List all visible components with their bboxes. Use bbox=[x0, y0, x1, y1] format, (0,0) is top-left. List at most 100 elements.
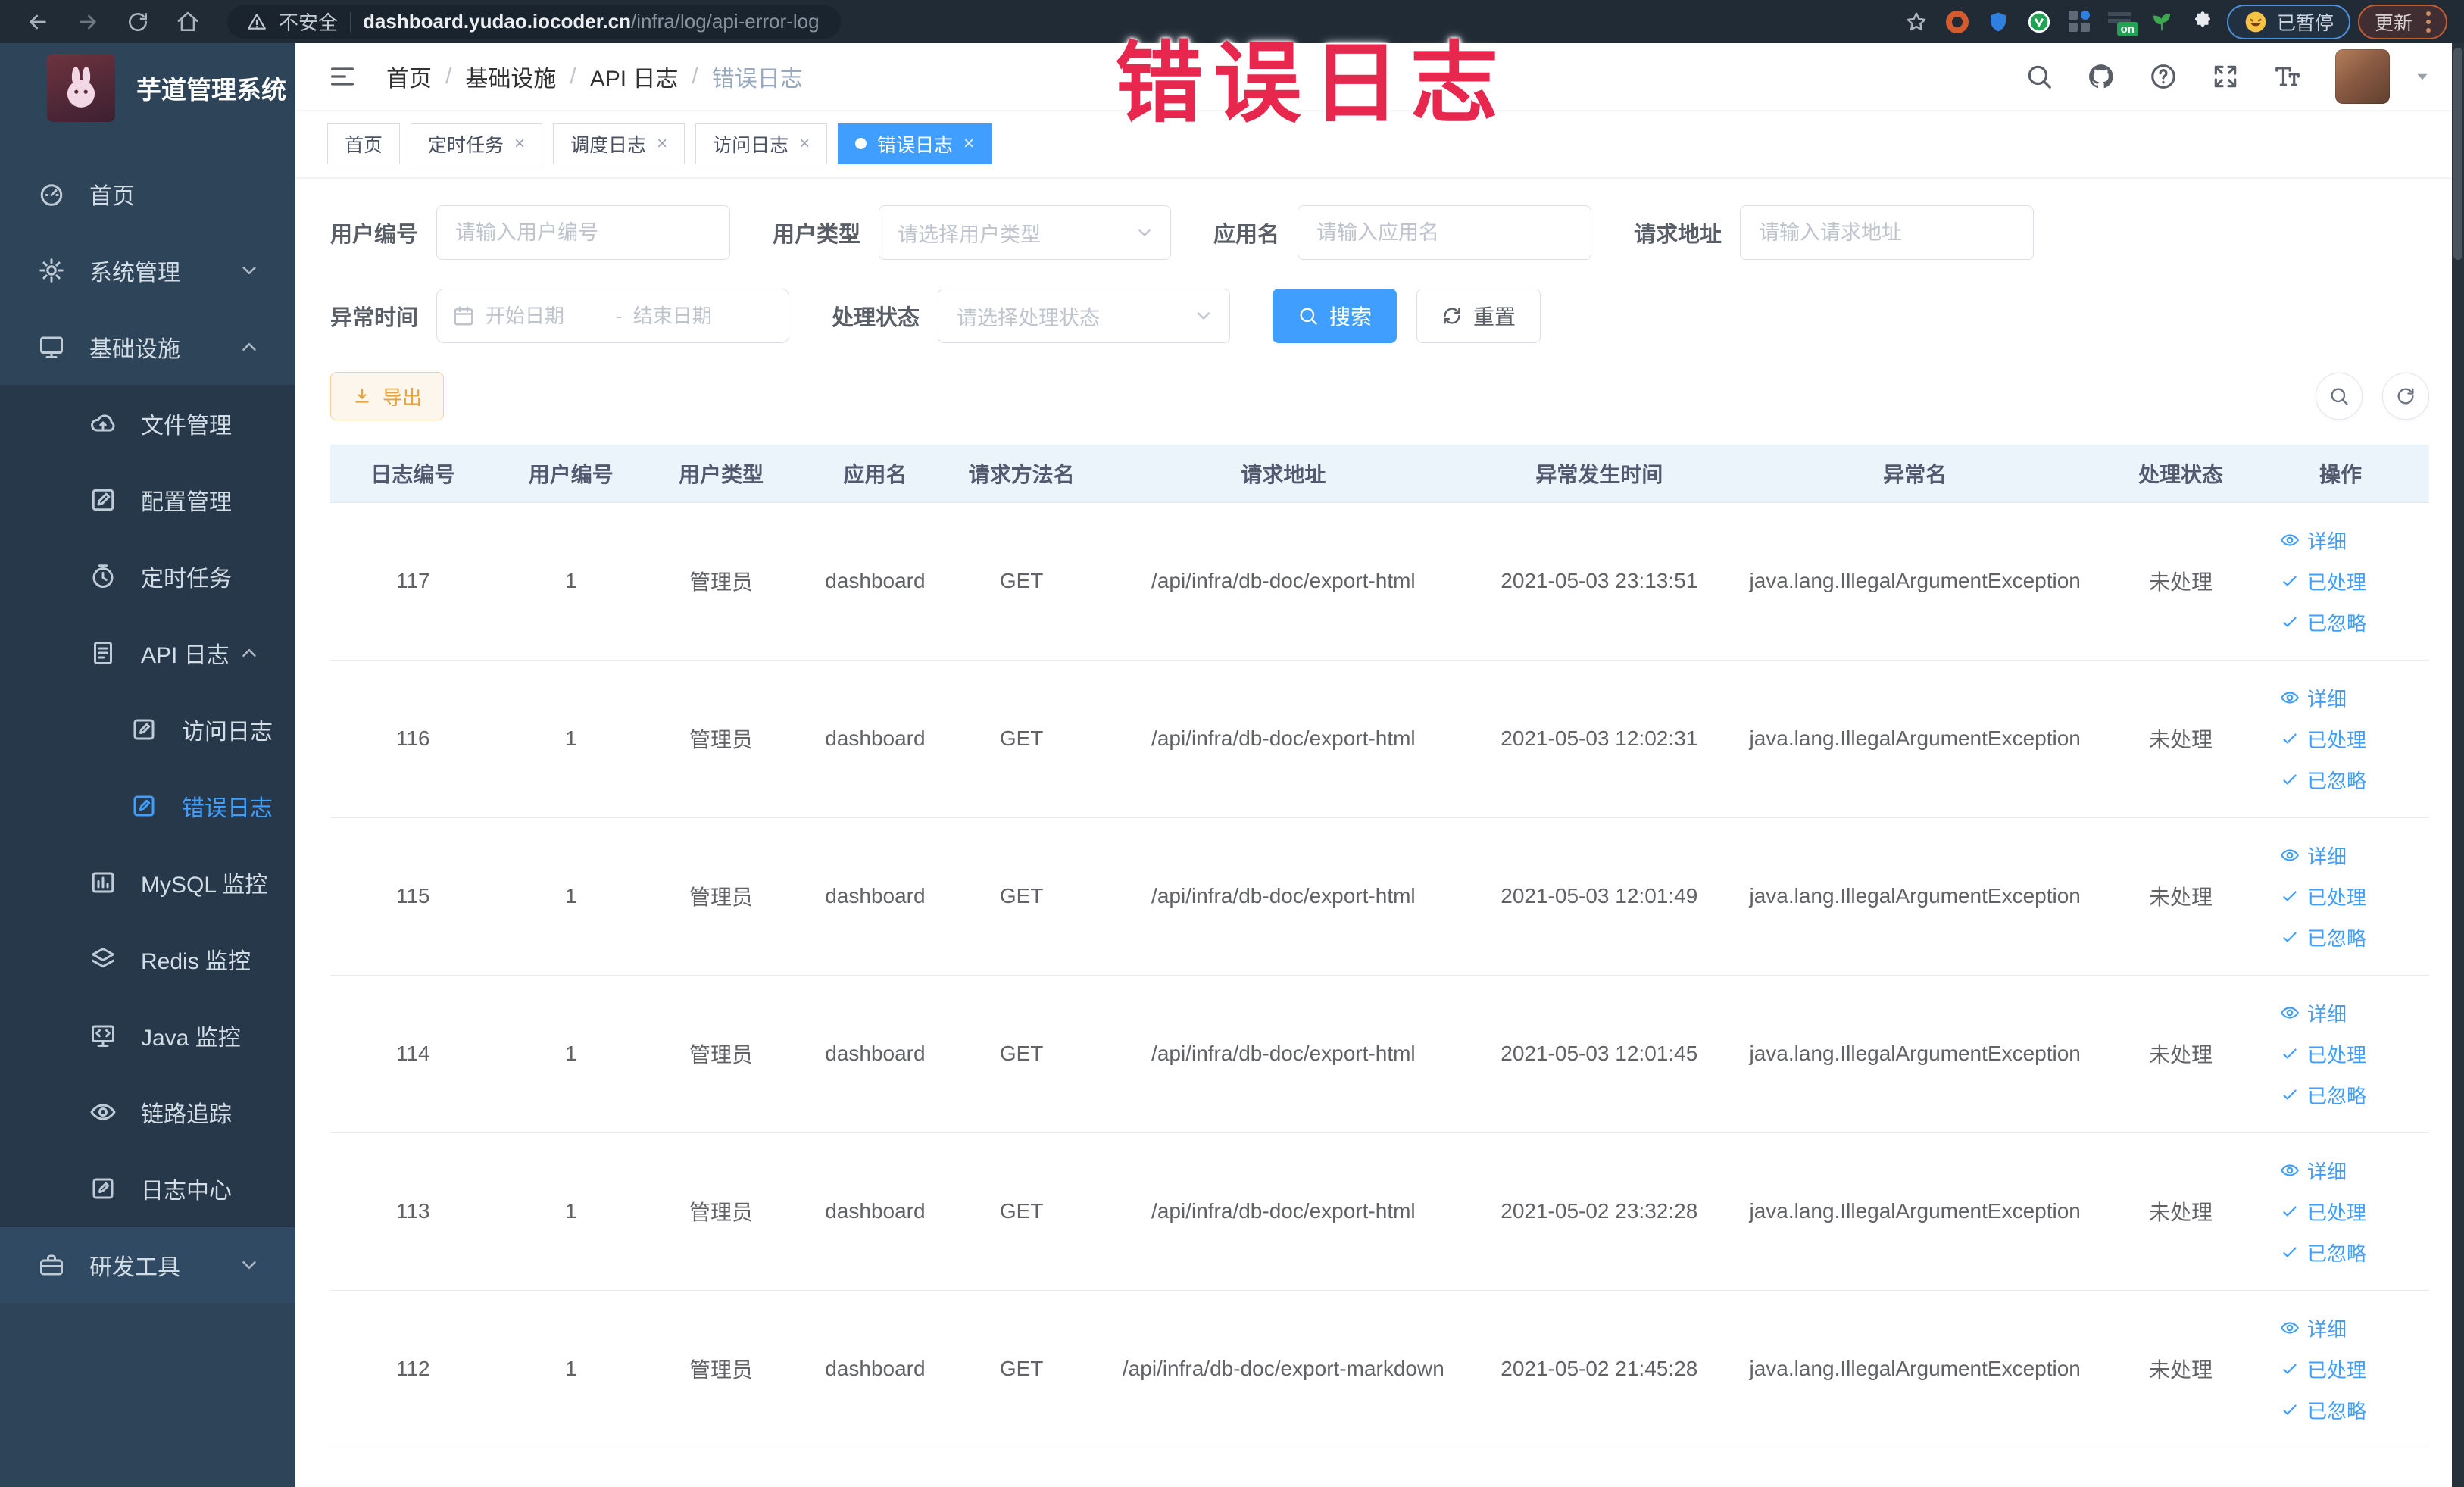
github-icon[interactable] bbox=[2087, 62, 2116, 91]
address-bar[interactable]: 不安全 dashboard.yudao.iocoder.cn/infra/log… bbox=[227, 5, 841, 39]
logo-row[interactable]: 芋道管理系统 bbox=[0, 43, 295, 133]
table-cell: GET bbox=[954, 1290, 1089, 1448]
fullscreen-icon[interactable] bbox=[2211, 62, 2240, 91]
extension-orange-icon[interactable] bbox=[1941, 5, 1974, 39]
filter-label: 用户编号 bbox=[330, 223, 419, 247]
action-已忽略[interactable]: 已忽略 bbox=[2280, 917, 2401, 957]
request-url-input[interactable] bbox=[1741, 206, 2034, 259]
reload-icon[interactable] bbox=[117, 5, 159, 39]
tag-首页[interactable]: 首页 bbox=[327, 123, 401, 164]
export-button[interactable]: 导出 bbox=[330, 372, 445, 420]
action-已处理[interactable]: 已处理 bbox=[2280, 561, 2401, 601]
search-button[interactable]: 搜索 bbox=[1273, 289, 1398, 343]
start-date-input[interactable] bbox=[486, 304, 606, 328]
back-icon[interactable] bbox=[17, 5, 59, 39]
action-详细[interactable]: 详细 bbox=[2280, 1307, 2401, 1348]
collapse-menu-icon[interactable] bbox=[327, 61, 358, 92]
sidebar-item-系统管理[interactable]: 系统管理 bbox=[0, 232, 295, 308]
action-已处理[interactable]: 已处理 bbox=[2280, 1033, 2401, 1074]
chevron-down-icon[interactable] bbox=[2412, 67, 2432, 86]
action-已忽略[interactable]: 已忽略 bbox=[2280, 759, 2401, 800]
action-详细[interactable]: 详细 bbox=[2280, 520, 2401, 561]
extension-grid-icon[interactable] bbox=[2063, 5, 2097, 39]
action-已忽略[interactable]: 已忽略 bbox=[2280, 1074, 2401, 1115]
breadcrumb-item[interactable]: 基础设施 bbox=[465, 60, 556, 93]
column-header: 操作 bbox=[2252, 445, 2429, 503]
sidebar-item-错误日志[interactable]: 错误日志 bbox=[0, 767, 295, 844]
page-scrollbar[interactable] bbox=[2452, 43, 2464, 1487]
close-icon[interactable]: × bbox=[963, 133, 974, 155]
action-已处理[interactable]: 已处理 bbox=[2280, 718, 2401, 759]
sidebar-item-链路追踪[interactable]: 链路追踪 bbox=[0, 1073, 295, 1150]
paused-badge[interactable]: 已暂停 bbox=[2226, 4, 2350, 39]
sidebar-item-MySQL 监控[interactable]: MySQL 监控 bbox=[0, 844, 295, 920]
browser-menu-icon[interactable] bbox=[2426, 11, 2431, 33]
table-cell: 未处理 bbox=[2109, 502, 2253, 661]
tag-错误日志[interactable]: 错误日志 × bbox=[838, 123, 992, 164]
table-cell: dashboard bbox=[796, 975, 954, 1133]
extension-on-badge-icon[interactable]: on bbox=[2104, 5, 2138, 39]
help-icon[interactable] bbox=[2149, 62, 2178, 91]
action-已处理[interactable]: 已处理 bbox=[2280, 876, 2401, 917]
sidebar-item-Redis 监控[interactable]: Redis 监控 bbox=[0, 920, 295, 997]
sidebar-item-研发工具[interactable]: 研发工具 bbox=[0, 1226, 295, 1303]
table-cell: 113 bbox=[330, 1132, 496, 1291]
sidebar-item-API 日志[interactable]: API 日志 bbox=[0, 614, 295, 691]
scrollbar-thumb[interactable] bbox=[2453, 48, 2462, 260]
breadcrumb-item[interactable]: 首页 bbox=[386, 60, 432, 93]
breadcrumb-item[interactable]: API 日志 bbox=[590, 60, 679, 93]
action-已忽略[interactable]: 已忽略 bbox=[2280, 1389, 2401, 1430]
action-详细[interactable]: 详细 bbox=[2280, 992, 2401, 1033]
toggle-search-button[interactable] bbox=[2316, 373, 2363, 420]
user-avatar[interactable] bbox=[2335, 49, 2390, 104]
refresh-table-button[interactable] bbox=[2382, 373, 2429, 420]
home-icon[interactable] bbox=[167, 5, 209, 39]
sidebar-item-基础设施[interactable]: 基础设施 bbox=[0, 308, 295, 385]
update-button[interactable]: 更新 bbox=[2357, 4, 2447, 39]
process-status-select[interactable]: 请选择处理状态 bbox=[938, 289, 1231, 343]
action-已忽略[interactable]: 已忽略 bbox=[2280, 601, 2401, 642]
briefcase-icon bbox=[40, 1254, 63, 1276]
font-size-icon[interactable] bbox=[2273, 62, 2302, 91]
table-header-row: 日志编号 用户编号 用户类型 应用名 请求方法名 请求地址 异常发生时间 异常名 处理状态 操作 bbox=[330, 445, 2429, 503]
action-已忽略[interactable]: 已忽略 bbox=[2280, 1232, 2401, 1273]
filter-process-status: 处理状态 请选择处理状态 bbox=[832, 289, 1231, 343]
chart-icon bbox=[92, 872, 114, 892]
close-icon[interactable]: × bbox=[657, 133, 667, 155]
action-详细[interactable]: 详细 bbox=[2280, 835, 2401, 876]
sidebar-item-首页[interactable]: 首页 bbox=[0, 155, 295, 232]
chevron-down-icon bbox=[242, 1261, 256, 1269]
app-name-input[interactable] bbox=[1298, 206, 1591, 259]
action-详细[interactable]: 详细 bbox=[2280, 677, 2401, 718]
sidebar-item-访问日志[interactable]: 访问日志 bbox=[0, 691, 295, 767]
extension-puzzle-icon[interactable] bbox=[2186, 5, 2219, 39]
extension-sprout-icon[interactable] bbox=[2145, 5, 2178, 39]
user-type-select[interactable]: 请选择用户类型 bbox=[879, 205, 1172, 260]
tag-调度日志[interactable]: 调度日志 × bbox=[553, 123, 685, 164]
forward-icon[interactable] bbox=[67, 5, 109, 39]
action-已处理[interactable]: 已处理 bbox=[2280, 1191, 2401, 1232]
check-icon bbox=[2283, 733, 2297, 744]
tag-访问日志[interactable]: 访问日志 × bbox=[695, 123, 828, 164]
end-date-input[interactable] bbox=[632, 304, 753, 328]
date-range-picker[interactable]: - bbox=[436, 289, 790, 343]
sidebar-item-日志中心[interactable]: 日志中心 bbox=[0, 1150, 295, 1226]
sidebar-item-定时任务[interactable]: 定时任务 bbox=[0, 538, 295, 614]
sidebar-item-配置管理[interactable]: 配置管理 bbox=[0, 461, 295, 538]
close-icon[interactable]: × bbox=[799, 133, 810, 155]
action-详细[interactable]: 详细 bbox=[2280, 1150, 2401, 1191]
filter-label: 请求地址 bbox=[1634, 223, 1722, 247]
extension-shield-icon[interactable] bbox=[1982, 5, 2015, 39]
action-已处理[interactable]: 已处理 bbox=[2280, 1348, 2401, 1389]
close-icon[interactable]: × bbox=[514, 133, 525, 155]
reset-button[interactable]: 重置 bbox=[1416, 289, 1541, 343]
search-icon[interactable] bbox=[2025, 62, 2053, 91]
sidebar-item-Java 监控[interactable]: Java 监控 bbox=[0, 997, 295, 1073]
check-icon bbox=[2283, 1364, 2297, 1374]
bookmark-star-icon[interactable] bbox=[1900, 5, 1933, 39]
tag-定时任务[interactable]: 定时任务 × bbox=[411, 123, 543, 164]
tag-label: 访问日志 bbox=[713, 134, 789, 156]
extension-green-circle-icon[interactable] bbox=[2022, 5, 2056, 39]
sidebar-item-文件管理[interactable]: 文件管理 bbox=[0, 385, 295, 461]
user-id-input[interactable] bbox=[437, 206, 730, 259]
